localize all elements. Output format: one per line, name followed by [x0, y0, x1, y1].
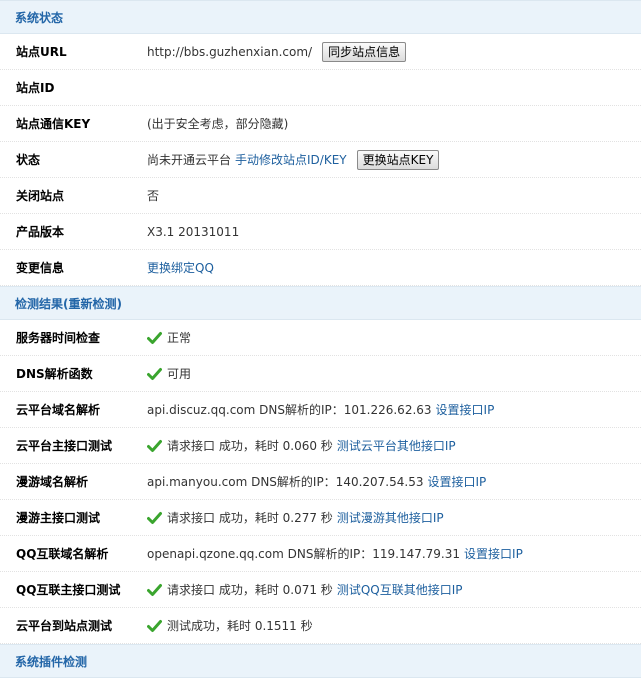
test-cloud-other-ip-link[interactable]: 测试云平台其他接口IP: [337, 437, 456, 454]
cloud-main-interface-result: 请求接口 成功，耗时 0.060 秒: [167, 439, 333, 453]
row-label: 漫游主接口测试: [16, 511, 101, 525]
row-site-id: 站点ID: [0, 70, 641, 106]
row-cloud-main-interface-test: 云平台主接口测试 请求接口 成功，耗时 0.060 秒 测试云平台其他接口IP: [0, 428, 641, 464]
change-bound-qq-link[interactable]: 更换绑定QQ: [147, 259, 214, 276]
site-closed-value: 否: [147, 189, 160, 203]
cloud-domain-resolve-value: api.discuz.qq.com DNS解析的IP：101.226.62.63: [147, 403, 432, 417]
row-label: QQ互联域名解析: [16, 547, 109, 561]
status-value: 尚未开通云平台: [147, 153, 232, 167]
row-label: 漫游域名解析: [16, 475, 89, 489]
cloud-to-site-result: 测试成功，耗时 0.1511 秒: [167, 619, 313, 633]
row-manyou-main-interface-test: 漫游主接口测试 请求接口 成功，耗时 0.277 秒 测试漫游其他接口IP: [0, 500, 641, 536]
check-icon: [147, 439, 162, 452]
row-label: 云平台主接口测试: [16, 439, 113, 453]
system-status-header: 系统状态: [0, 0, 641, 34]
product-version-value: X3.1 20131011: [147, 224, 240, 239]
cloud-platform-diagnostics-panel: 系统状态 站点URL http://bbs.guzhenxian.com/ 同步…: [0, 0, 641, 678]
dns-function-status: 可用: [167, 367, 192, 381]
check-icon: [147, 331, 162, 344]
row-label: 关闭站点: [16, 189, 65, 203]
row-dns-function: DNS解析函数 可用: [0, 356, 641, 392]
check-icon: [147, 619, 162, 632]
row-site-url: 站点URL http://bbs.guzhenxian.com/ 同步站点信息: [0, 34, 641, 70]
test-qq-connect-other-ip-link[interactable]: 测试QQ互联其他接口IP: [337, 581, 463, 598]
site-key-value: (出于安全考虑，部分隐藏): [147, 117, 289, 131]
row-qq-connect-domain-resolve: QQ互联域名解析 openapi.qzone.qq.com DNS解析的IP：1…: [0, 536, 641, 572]
sync-site-info-button[interactable]: 同步站点信息: [322, 41, 407, 62]
row-label: 站点ID: [16, 81, 55, 95]
test-manyou-other-ip-link[interactable]: 测试漫游其他接口IP: [337, 509, 444, 526]
row-label: 站点通信KEY: [16, 117, 91, 131]
manyou-domain-resolve-value: api.manyou.com DNS解析的IP：140.207.54.53: [147, 475, 424, 489]
section-title: 系统状态: [15, 10, 64, 25]
row-label: DNS解析函数: [16, 367, 93, 381]
row-label: 状态: [16, 153, 41, 167]
row-cloud-to-site-test: 云平台到站点测试 测试成功，耗时 0.1511 秒: [0, 608, 641, 644]
row-label: 服务器时间检查: [16, 331, 101, 345]
row-label: QQ互联主接口测试: [16, 583, 121, 597]
qq-connect-domain-resolve-value: openapi.qzone.qq.com DNS解析的IP：119.147.79…: [147, 547, 461, 561]
row-change-info: 变更信息 更换绑定QQ: [0, 250, 641, 286]
modify-site-id-key-link[interactable]: 手动修改站点ID/KEY: [235, 151, 347, 168]
set-interface-ip-link[interactable]: 设置接口IP: [436, 401, 495, 418]
set-interface-ip-link[interactable]: 设置接口IP: [427, 473, 486, 490]
row-site-closed: 关闭站点 否: [0, 178, 641, 214]
plugin-check-header: 系统插件检测: [0, 644, 641, 678]
site-url-value: http://bbs.guzhenxian.com/: [147, 44, 313, 59]
manyou-main-interface-result: 请求接口 成功，耗时 0.277 秒: [167, 511, 333, 525]
recheck-link[interactable]: (重新检测): [63, 295, 122, 312]
set-interface-ip-link[interactable]: 设置接口IP: [464, 545, 523, 562]
check-icon: [147, 367, 162, 380]
row-server-time-check: 服务器时间检查 正常: [0, 320, 641, 356]
row-product-version: 产品版本 X3.1 20131011: [0, 214, 641, 250]
row-site-key: 站点通信KEY (出于安全考虑，部分隐藏): [0, 106, 641, 142]
row-cloud-domain-resolve: 云平台域名解析 api.discuz.qq.com DNS解析的IP：101.2…: [0, 392, 641, 428]
row-label: 云平台到站点测试: [16, 619, 113, 633]
row-qq-connect-main-interface-test: QQ互联主接口测试 请求接口 成功，耗时 0.071 秒 测试QQ互联其他接口I…: [0, 572, 641, 608]
qq-connect-main-interface-result: 请求接口 成功，耗时 0.071 秒: [167, 583, 333, 597]
row-label: 站点URL: [16, 45, 67, 59]
section-title: 系统插件检测: [15, 654, 88, 669]
server-time-status: 正常: [167, 331, 192, 345]
change-site-key-button[interactable]: 更换站点KEY: [356, 149, 440, 170]
row-label: 云平台域名解析: [16, 403, 101, 417]
section-title: 检测结果: [15, 296, 64, 311]
row-label: 产品版本: [16, 225, 65, 239]
row-status: 状态 尚未开通云平台 手动修改站点ID/KEY 更换站点KEY: [0, 142, 641, 178]
row-manyou-domain-resolve: 漫游域名解析 api.manyou.com DNS解析的IP：140.207.5…: [0, 464, 641, 500]
check-icon: [147, 583, 162, 596]
check-results-header: 检测结果 (重新检测): [0, 286, 641, 320]
row-label: 变更信息: [16, 261, 65, 275]
check-icon: [147, 511, 162, 524]
